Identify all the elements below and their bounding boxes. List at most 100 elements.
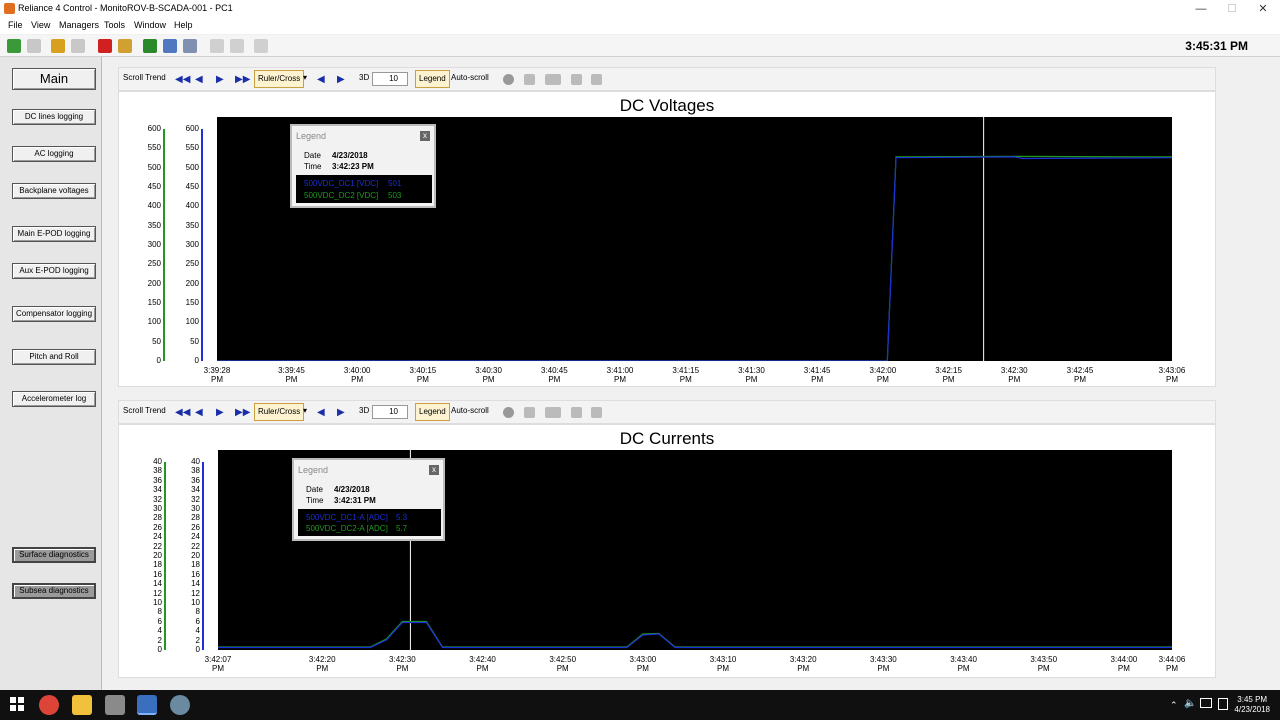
- alarm-icon[interactable]: [98, 39, 112, 53]
- print-icon[interactable]: [571, 407, 582, 418]
- app-shortcut-icon[interactable]: [105, 695, 125, 715]
- nav-main-epod-logging[interactable]: Main E-POD logging: [12, 226, 96, 242]
- menu-managers[interactable]: Managers: [59, 20, 99, 30]
- report-icon[interactable]: [163, 39, 177, 53]
- scroll-first-icon[interactable]: ◀◀: [175, 407, 190, 418]
- ruler-right-icon[interactable]: ▶: [337, 407, 345, 418]
- volume-icon[interactable]: 🔈: [1184, 698, 1196, 709]
- currents-legend[interactable]: Legend x Date 4/23/2018 Time 3:42:31 PM …: [292, 458, 445, 541]
- properties-icon[interactable]: [591, 74, 602, 85]
- windows-start-icon[interactable]: [10, 697, 24, 711]
- y-tick-label: 100: [185, 317, 199, 327]
- legend-close-icon[interactable]: x: [420, 131, 430, 141]
- chrome-icon[interactable]: [39, 695, 59, 715]
- y-tick-label: 100: [147, 317, 161, 327]
- nav-subsea-diagnostics[interactable]: Subsea diagnostics: [12, 583, 96, 599]
- scroll-forward-icon[interactable]: ▶: [216, 407, 224, 418]
- file-explorer-icon[interactable]: [72, 695, 92, 715]
- x-tick-label: 3:43:20 PM: [789, 655, 817, 673]
- scroll-last-icon[interactable]: ▶▶: [235, 407, 250, 418]
- legend-time-label: Time: [306, 496, 324, 505]
- nav-dc-lines-logging[interactable]: DC lines logging: [12, 109, 96, 125]
- ruler-cross-button[interactable]: Ruler/Cross: [254, 70, 305, 88]
- ruler-right-icon[interactable]: ▶: [337, 74, 345, 85]
- back-icon[interactable]: [7, 39, 21, 53]
- threed-label[interactable]: 3D: [359, 406, 369, 415]
- ruler-left-icon[interactable]: ◀: [317, 74, 325, 85]
- maximize-button[interactable]: ☐: [1215, 0, 1249, 18]
- settings-icon[interactable]: [254, 39, 268, 53]
- y-tick-label: 200: [147, 278, 161, 288]
- reliance-control-icon[interactable]: [137, 695, 157, 715]
- network-icon[interactable]: [1200, 698, 1212, 708]
- title-bar: Reliance 4 Control - MonitoROV-B-SCADA-0…: [0, 0, 1280, 18]
- forward-icon[interactable]: [27, 39, 41, 53]
- ruler-dropdown-icon[interactable]: ▾: [303, 406, 307, 415]
- nav-surface-diagnostics[interactable]: Surface diagnostics: [12, 547, 96, 563]
- user-login-icon[interactable]: [51, 39, 65, 53]
- legend-close-icon[interactable]: x: [429, 465, 439, 475]
- alarm-ack-icon[interactable]: [118, 39, 132, 53]
- export-icon[interactable]: [524, 74, 535, 85]
- print-report-icon[interactable]: [183, 39, 197, 53]
- layout-icon[interactable]: [545, 407, 561, 418]
- y-tick-label: 14: [153, 579, 162, 589]
- ruler-cross-button[interactable]: Ruler/Cross: [254, 403, 305, 421]
- voltages-legend[interactable]: Legend x Date 4/23/2018 Time 3:42:23 PM …: [290, 124, 436, 208]
- nav-aux-epod-logging[interactable]: Aux E-POD logging: [12, 263, 96, 279]
- clock-icon[interactable]: [503, 407, 514, 418]
- clock-icon[interactable]: [503, 74, 514, 85]
- nav-compensator-logging[interactable]: Compensator logging: [12, 306, 96, 322]
- depth-spinner[interactable]: 10: [372, 72, 408, 86]
- user-logout-icon[interactable]: [71, 39, 85, 53]
- scroll-forward-icon[interactable]: ▶: [216, 74, 224, 85]
- legend-series-name: 500VDC_DC1-A [ADC]: [306, 513, 388, 522]
- y-axis-line: [202, 462, 204, 650]
- tray-expand-icon[interactable]: ⌃: [1170, 700, 1178, 711]
- scroll-back-icon[interactable]: ◀: [195, 407, 203, 418]
- legend-toggle-button[interactable]: Legend: [415, 403, 450, 421]
- depth-spinner[interactable]: 10: [372, 405, 408, 419]
- y-tick-label: 550: [185, 143, 199, 153]
- scroll-back-icon[interactable]: ◀: [195, 74, 203, 85]
- menu-tools[interactable]: Tools: [104, 20, 125, 30]
- layout-icon[interactable]: [545, 74, 561, 85]
- legend-toggle-button[interactable]: Legend: [415, 70, 450, 88]
- nav-accelerometer-log[interactable]: Accelerometer log: [12, 391, 96, 407]
- menu-help[interactable]: Help: [174, 20, 193, 30]
- scroll-last-icon[interactable]: ▶▶: [235, 74, 250, 85]
- menu-view[interactable]: View: [31, 20, 50, 30]
- y-tick-label: 450: [185, 182, 199, 191]
- y-tick-label: 34: [153, 485, 162, 495]
- nav-backplane-voltages[interactable]: Backplane voltages: [12, 183, 96, 199]
- main-button[interactable]: Main: [12, 68, 96, 90]
- y-tick-label: 10: [153, 598, 162, 607]
- network-app-icon[interactable]: [170, 695, 190, 715]
- legend-series-name: 500VDC_DC2 [VDC]: [304, 191, 379, 200]
- minimize-button[interactable]: —: [1184, 0, 1218, 18]
- ruler-dropdown-icon[interactable]: ▾: [303, 73, 307, 82]
- legend-series-value: 501: [388, 179, 402, 188]
- scroll-first-icon[interactable]: ◀◀: [175, 74, 190, 85]
- close-button[interactable]: ✕: [1246, 0, 1280, 18]
- ruler-left-icon[interactable]: ◀: [317, 407, 325, 418]
- nav-pitch-and-roll[interactable]: Pitch and Roll: [12, 349, 96, 365]
- notification-icon[interactable]: [1218, 698, 1228, 710]
- x-tick-label: 3:44:06 PM: [1158, 655, 1186, 673]
- y-tick-label: 20: [153, 551, 162, 560]
- edit2-icon[interactable]: [230, 39, 244, 53]
- auto-scroll-button[interactable]: Auto-scroll: [451, 73, 489, 82]
- nav-ac-logging[interactable]: AC logging: [12, 146, 96, 162]
- x-tick-label: 3:44:00 PM: [1110, 655, 1138, 673]
- tray-clock[interactable]: 3:45 PM 4/23/2018: [1234, 695, 1270, 715]
- threed-label[interactable]: 3D: [359, 73, 369, 82]
- edit-icon[interactable]: [210, 39, 224, 53]
- auto-scroll-button[interactable]: Auto-scroll: [451, 406, 489, 415]
- print-icon[interactable]: [571, 74, 582, 85]
- menu-window[interactable]: Window: [134, 20, 166, 30]
- export-icon[interactable]: [524, 407, 535, 418]
- menu-file[interactable]: File: [8, 20, 23, 30]
- properties-icon[interactable]: [591, 407, 602, 418]
- trend-chart-icon[interactable]: [143, 39, 157, 53]
- chart-title: DC Currents: [619, 429, 715, 448]
